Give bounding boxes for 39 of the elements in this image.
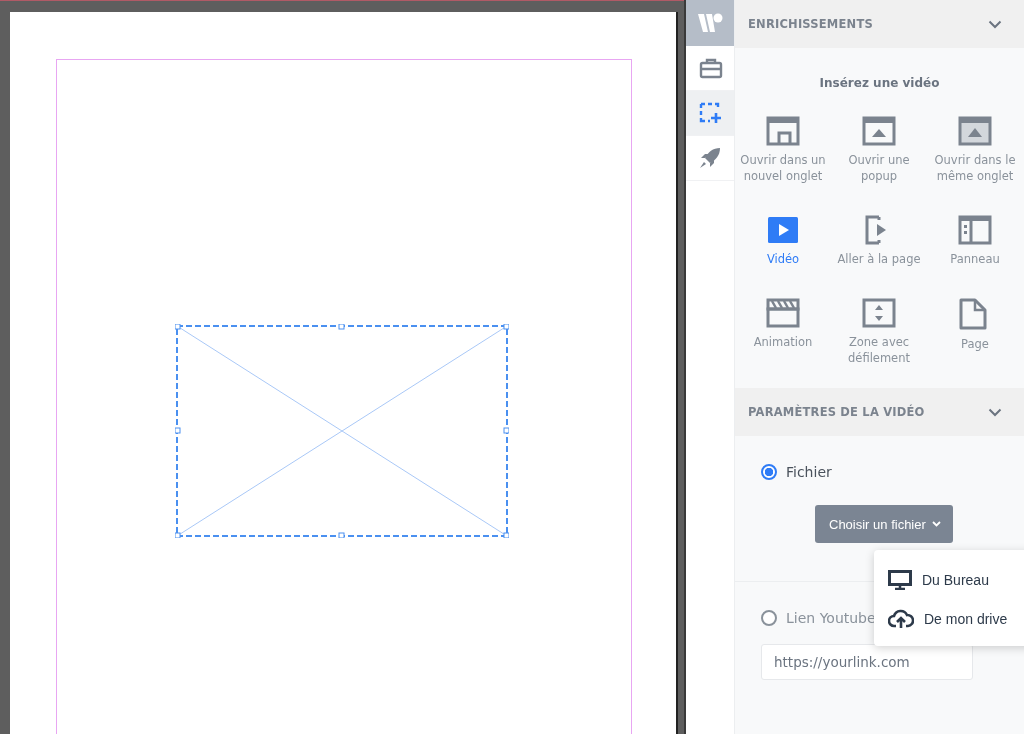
toolbar-tab[interactable] [686,91,734,136]
enrichment-option[interactable]: Ouvrir une popup [831,116,927,184]
link-input-field[interactable]: https://yourlink.com [761,644,973,680]
clapperboard-icon [766,298,800,328]
radio-button[interactable] [761,464,777,480]
enrichment-option[interactable]: Page [927,298,1023,366]
enrichment-option[interactable]: Panneau [927,215,1023,267]
logo-icon [697,12,723,34]
section-title: PARAMÈTRES DE LA VIDÉO [748,405,925,419]
new-window-icon [766,116,800,146]
section-subtitle: Insérez une vidéo [818,76,941,90]
enrichment-option[interactable]: Animation [735,298,831,366]
choose-file-button[interactable]: Choisir un fichier [815,505,953,543]
enrichment-option[interactable]: Aller à la page [831,215,927,267]
cloud-upload-icon [888,608,914,629]
popup-window-icon [862,116,896,146]
section-header[interactable]: PARAMÈTRES DE LA VIDÉO [735,388,1024,436]
enrichment-option[interactable]: Zone avec défilement [831,298,927,366]
radio-label: Lien Youtube [786,610,876,626]
window-icon [958,116,992,146]
chevron-down-icon [931,521,941,527]
toolbox-icon [697,56,723,80]
scroll-arrows-icon [862,298,896,328]
menu-item[interactable]: Du Bureau [874,560,1024,599]
dashed-frame-plus-icon [697,101,723,125]
section-header[interactable]: ENRICHISSEMENTS [735,0,1024,48]
play-icon [766,215,800,245]
chevron-down-icon [988,407,1002,417]
radio-label: Fichier [786,464,832,480]
rocket-icon [697,146,723,170]
enrichment-option[interactable]: Vidéo [735,215,831,267]
menu-item[interactable]: De mon drive [874,599,1024,638]
enrichment-option[interactable]: Ouvrir dans le même onglet [927,116,1023,184]
enrichment-option[interactable]: Ouvrir dans un nouvel onglet [735,116,831,184]
monitor-icon [888,569,912,590]
radio-button[interactable] [761,610,777,626]
chevron-down-icon [988,19,1002,29]
section-title: ENRICHISSEMENTS [748,17,873,31]
side-panel-icon [958,215,992,245]
